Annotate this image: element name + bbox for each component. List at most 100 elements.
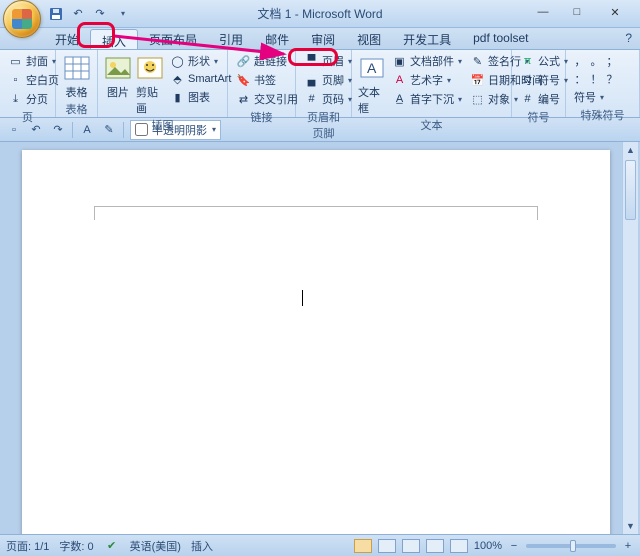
scroll-down-icon[interactable]: ▼ <box>623 518 638 534</box>
textbox-button[interactable]: A 文本框 <box>358 52 386 116</box>
tab-home[interactable]: 开始 <box>44 28 90 49</box>
chart-button[interactable]: ▮图表 <box>168 88 233 106</box>
vertical-scrollbar[interactable]: ▲ ▼ <box>622 142 638 534</box>
view-fullscreen[interactable] <box>378 539 396 553</box>
sym-more[interactable]: 符号▾ <box>572 88 606 106</box>
wordart-label: 艺术字 <box>410 72 443 88</box>
clipart-icon <box>136 54 164 82</box>
clipart-label: 剪贴画 <box>136 84 164 116</box>
shapes-label: 形状 <box>188 53 210 69</box>
group-pages: ▭封面▾ ▫空白页 ⤓分页 页 <box>0 50 56 117</box>
picture-icon <box>104 54 132 82</box>
wordart-button[interactable]: A艺术字▾ <box>390 71 464 89</box>
smartart-icon: ⬘ <box>170 72 185 86</box>
quick-parts-label: 文档部件 <box>410 53 454 69</box>
symbol-button[interactable]: Ω符号▾ <box>518 71 570 89</box>
view-print-layout[interactable] <box>354 539 372 553</box>
zoom-knob[interactable] <box>570 540 576 552</box>
symbol-label: 符号 <box>538 72 560 88</box>
page-header-region[interactable] <box>94 206 538 220</box>
close-button[interactable]: ✕ <box>594 2 636 22</box>
sym-exclaim[interactable]: ！ <box>588 70 604 88</box>
zoom-out-button[interactable]: − <box>508 540 520 552</box>
save-icon[interactable] <box>48 6 64 22</box>
style-icon[interactable]: A <box>79 122 95 138</box>
tab-review[interactable]: 审阅 <box>300 28 346 49</box>
help-icon[interactable]: ? <box>625 28 632 49</box>
sym-question[interactable]: ？ <box>604 70 620 88</box>
tab-view[interactable]: 视图 <box>346 28 392 49</box>
group-table-label: 表格 <box>62 100 91 119</box>
tab-pdftoolset[interactable]: pdf toolset <box>462 28 539 49</box>
hyperlink-label: 超链接 <box>254 53 287 69</box>
header-icon: ▀ <box>304 54 319 68</box>
number-icon: # <box>520 92 535 106</box>
clipart-button[interactable]: 剪贴画 <box>136 52 164 116</box>
hyperlink-icon: 🔗 <box>236 54 251 68</box>
scroll-up-icon[interactable]: ▲ <box>623 142 638 158</box>
status-mode[interactable]: 插入 <box>191 538 213 554</box>
status-page[interactable]: 页面: 1/1 <box>6 538 49 554</box>
dropcap-button[interactable]: A̲首字下沉▾ <box>390 90 464 108</box>
document-page[interactable] <box>22 150 610 534</box>
hyperlink-button[interactable]: 🔗超链接 <box>234 52 300 70</box>
page-break-label: 分页 <box>26 91 48 107</box>
zoom-level[interactable]: 100% <box>474 540 502 552</box>
sym-more-label: 符号 <box>574 89 596 105</box>
group-special-symbols-label: 特殊符号 <box>572 106 633 125</box>
shapes-button[interactable]: ◯形状▾ <box>168 52 233 70</box>
table-button[interactable]: 表格 <box>62 52 91 100</box>
redo-icon[interactable]: ↷ <box>92 6 108 22</box>
sym-semicolon[interactable]: ； <box>604 52 620 70</box>
picture-button[interactable]: 图片 <box>104 52 132 100</box>
tab-references[interactable]: 引用 <box>208 28 254 49</box>
cross-ref-button[interactable]: ⇄交叉引用 <box>234 90 300 108</box>
undo-icon[interactable]: ↶ <box>70 6 86 22</box>
footer-button[interactable]: ▄页脚▾ <box>302 71 354 89</box>
view-draft[interactable] <box>450 539 468 553</box>
maximize-button[interactable]: □ <box>560 2 594 22</box>
separator <box>72 122 73 138</box>
group-table: 表格 表格 <box>56 50 98 117</box>
group-symbols-label: 符号 <box>518 108 559 127</box>
page-number-button[interactable]: #页码▾ <box>302 90 354 108</box>
zoom-slider[interactable] <box>526 544 616 548</box>
smartart-button[interactable]: ⬘SmartArt <box>168 71 233 87</box>
cover-page-button[interactable]: ▭封面▾ <box>6 52 61 70</box>
header-button[interactable]: ▀页眉▾ <box>302 52 354 70</box>
number-button[interactable]: #编号 <box>518 90 570 108</box>
sym-colon[interactable]: ： <box>572 70 588 88</box>
view-outline[interactable] <box>426 539 444 553</box>
sym-period[interactable]: 。 <box>588 52 604 70</box>
window-controls: — □ ✕ <box>526 2 636 22</box>
page-number-label: 页码 <box>322 91 344 107</box>
tab-developer[interactable]: 开发工具 <box>392 28 462 49</box>
status-lang[interactable]: 英语(美国) <box>130 538 181 554</box>
zoom-in-button[interactable]: + <box>622 540 634 552</box>
sym-comma[interactable]: ， <box>572 52 588 70</box>
office-button[interactable] <box>3 0 41 38</box>
bookmark-label: 书签 <box>254 72 276 88</box>
group-links: 🔗超链接 🔖书签 ⇄交叉引用 链接 <box>228 50 296 117</box>
redo2-icon[interactable]: ↷ <box>50 122 66 138</box>
quick-parts-button[interactable]: ▣文档部件▾ <box>390 52 464 70</box>
status-words[interactable]: 字数: 0 <box>59 538 93 554</box>
spellcheck-icon[interactable]: ✔ <box>104 538 120 554</box>
bookmark-button[interactable]: 🔖书签 <box>234 71 300 89</box>
blank-page-button[interactable]: ▫空白页 <box>6 71 61 89</box>
scroll-thumb[interactable] <box>625 160 636 220</box>
page-break-button[interactable]: ⤓分页 <box>6 90 61 108</box>
equation-label: 公式 <box>538 53 560 69</box>
tab-insert[interactable]: 插入 <box>90 29 138 49</box>
group-text-label: 文本 <box>358 116 505 135</box>
tab-mailings[interactable]: 邮件 <box>254 28 300 49</box>
sig-line-icon: ✎ <box>470 54 485 68</box>
equation-button[interactable]: π公式▾ <box>518 52 570 70</box>
view-web[interactable] <box>402 539 420 553</box>
page-break-icon: ⤓ <box>8 92 23 106</box>
ribbon: ▭封面▾ ▫空白页 ⤓分页 页 表格 表格 图片 剪贴画 <box>0 50 640 118</box>
qat-dropdown-icon[interactable]: ▾ <box>115 6 131 22</box>
status-right: 100% − + <box>354 539 634 553</box>
tab-pagelayout[interactable]: 页面布局 <box>138 28 208 49</box>
minimize-button[interactable]: — <box>526 2 560 22</box>
